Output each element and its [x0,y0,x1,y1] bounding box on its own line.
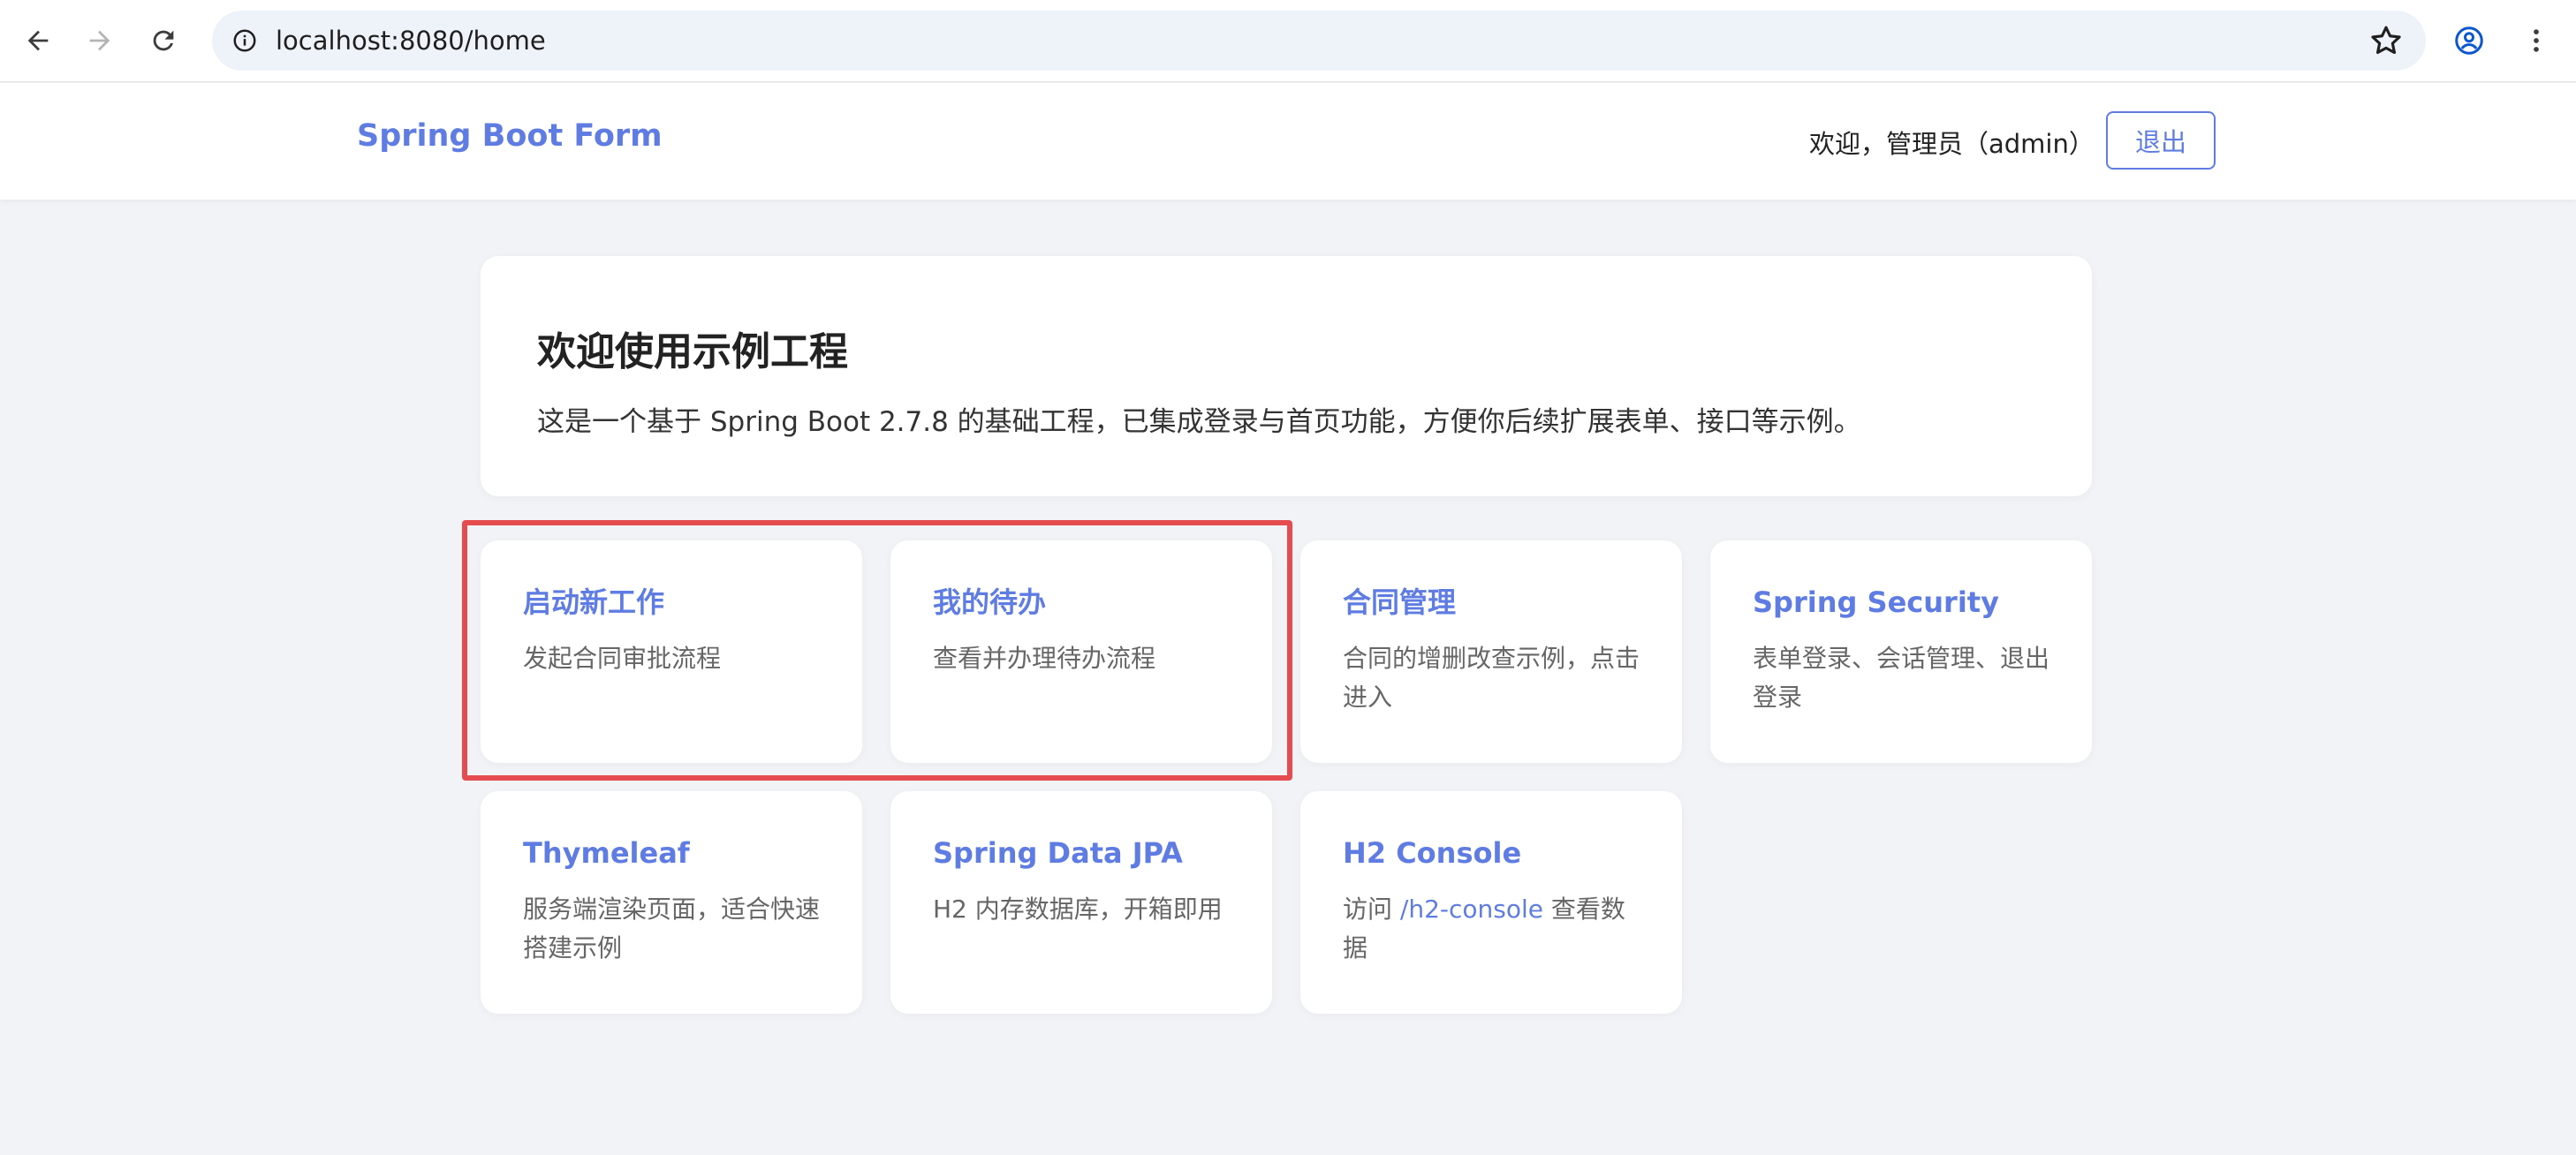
account-circle-icon [2455,26,2483,55]
page-title: 欢迎使用示例工程 [537,329,848,374]
url-text[interactable]: localhost:8080/home [276,11,546,71]
card-title: Spring Security [1753,585,1999,619]
arrow-right-icon [89,30,110,51]
more-vert-icon [2534,29,2539,52]
back-button[interactable] [16,19,60,63]
welcome-text: 欢迎，管理员（admin） [1809,129,2095,159]
card-description: 访问 /h2-console 查看数据 [1343,890,1640,968]
arrow-left-icon [27,30,49,51]
bookmark-star-icon[interactable] [2368,22,2405,59]
card-spring-data-jpa[interactable]: Spring Data JPA H2 内存数据库，开箱即用 [890,791,1272,1014]
info-icon [233,29,256,52]
card-my-todo[interactable]: 我的待办 查看并办理待办流程 [890,540,1272,763]
card-thymeleaf[interactable]: Thymeleaf 服务端渲染页面，适合快速搭建示例 [481,791,862,1014]
card-description: H2 内存数据库，开箱即用 [933,895,1223,924]
reload-button[interactable] [141,19,186,63]
logout-button[interactable]: 退出 [2106,111,2216,170]
card-description: 合同的增删改查示例，点击进入 [1343,644,1640,712]
reload-icon [153,30,174,51]
card-spring-security[interactable]: Spring Security 表单登录、会话管理、退出登录 [1710,540,2092,763]
h2-console-link[interactable]: /h2-console [1400,895,1543,924]
browser-toolbar: localhost:8080/home [0,0,2576,82]
card-description: 表单登录、会话管理、退出登录 [1753,644,2050,712]
intro-description: 这是一个基于 Spring Boot 2.7.8 的基础工程，已集成登录与首页功… [537,406,1861,438]
forward-button[interactable] [78,19,122,63]
card-title: 启动新工作 [523,585,665,619]
card-title: Thymeleaf [523,836,690,870]
card-start-new-work[interactable]: 启动新工作 发起合同审批流程 [481,540,862,763]
desc-prefix: 访问 [1343,895,1400,924]
card-description: 服务端渲染页面，适合快速搭建示例 [523,895,821,962]
address-bar[interactable]: localhost:8080/home [212,11,2426,71]
card-h2-console[interactable]: H2 Console 访问 /h2-console 查看数据 [1300,791,1682,1014]
app-header: Spring Boot Form 欢迎，管理员（admin） 退出 [0,83,2576,200]
intro-card: 欢迎使用示例工程 这是一个基于 Spring Boot 2.7.8 的基础工程，… [481,256,2092,496]
card-description: 发起合同审批流程 [523,644,722,673]
brand-logo-text[interactable]: Spring Boot Form [357,118,663,154]
card-description: 查看并办理待办流程 [933,644,1156,673]
card-contract-management[interactable]: 合同管理 合同的增删改查示例，点击进入 [1300,540,1682,763]
browser-menu-button[interactable] [2514,19,2558,63]
site-info-button[interactable] [223,19,267,63]
card-title: Spring Data JPA [933,836,1183,870]
card-title: 我的待办 [933,585,1047,619]
card-title: H2 Console [1343,836,1522,870]
card-title: 合同管理 [1343,585,1457,619]
profile-button[interactable] [2447,19,2491,63]
